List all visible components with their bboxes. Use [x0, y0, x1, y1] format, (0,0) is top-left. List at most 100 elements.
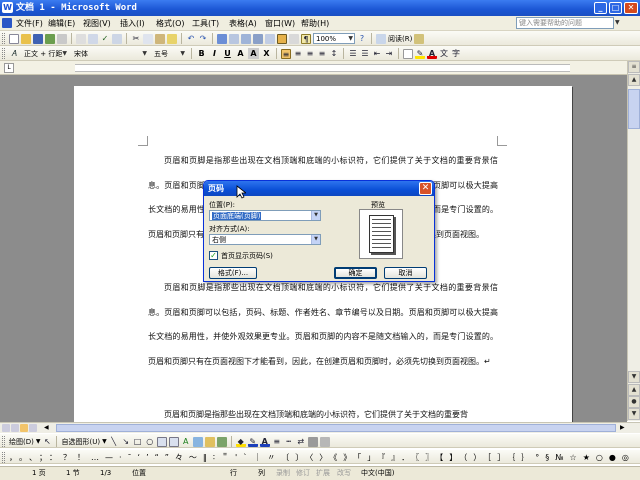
menu-help[interactable]: 帮助(H) — [299, 16, 331, 31]
status-overtype[interactable]: 改写 — [337, 467, 351, 480]
permission-icon[interactable] — [45, 33, 55, 44]
enclose-char-icon[interactable]: 字 — [451, 49, 461, 59]
align-justify-icon[interactable]: ≡ — [281, 48, 291, 59]
cut-icon[interactable]: ✂ — [131, 34, 141, 44]
menu-format[interactable]: 格式(O) — [154, 16, 187, 31]
3d-icon[interactable] — [319, 436, 330, 447]
distributed-icon[interactable]: ≡ — [317, 49, 327, 59]
outline-view-icon[interactable] — [29, 424, 37, 432]
toolbar-grip[interactable] — [2, 452, 5, 463]
arrow-icon[interactable]: ↘ — [121, 437, 131, 447]
columns-icon[interactable] — [265, 33, 275, 44]
shadow-icon[interactable] — [307, 436, 318, 447]
autoshapes-button[interactable]: 自选图形(U) — [61, 437, 100, 447]
position-select[interactable]: 页面底端(页脚) ▼ — [209, 210, 321, 221]
ruler-toggle-icon[interactable]: ≡ — [628, 61, 640, 73]
menu-edit[interactable]: 编辑(E) — [46, 16, 77, 31]
status-extend[interactable]: 扩展 — [316, 467, 330, 480]
vertical-textbox-icon[interactable] — [168, 436, 179, 447]
print-icon[interactable] — [76, 33, 86, 44]
picture-icon[interactable] — [216, 436, 227, 447]
read-mode-icon[interactable] — [376, 33, 386, 44]
help-dropdown-icon[interactable]: ▼ — [615, 19, 620, 26]
paragraph-2[interactable]: 页眉和页脚是指那些出现在文档顶端和底端的小标识符，它们提供了关于文档的重要背景信… — [148, 276, 498, 374]
font-select[interactable]: 宋体 ▼ — [71, 48, 149, 59]
zoom-select[interactable]: 100% ▼ — [313, 33, 355, 44]
style-select[interactable]: 正文 + 行距 ▼ — [21, 48, 69, 59]
menu-view[interactable]: 视图(V) — [81, 16, 113, 31]
draw-menu-button[interactable]: 绘图(D) — [9, 437, 34, 447]
first-page-label[interactable]: 首页显示页码(S) — [221, 251, 273, 261]
browse-object-icon[interactable]: ● — [628, 396, 640, 408]
bullets-icon[interactable]: ☰ — [360, 49, 370, 59]
wordart-icon[interactable]: A — [181, 437, 191, 447]
previous-page-icon[interactable]: ▲ — [628, 384, 640, 396]
vertical-scrollbar[interactable]: ≡ ▲ ▼ ▲ ● ▼ — [627, 61, 640, 421]
outside-border-icon[interactable] — [403, 48, 413, 59]
open-folder-icon[interactable] — [21, 33, 31, 44]
paste-icon[interactable] — [155, 33, 165, 44]
ruler-track[interactable] — [75, 64, 570, 72]
read-mode-button[interactable]: 阅读(R) — [388, 34, 412, 44]
scroll-left-icon[interactable]: ◀ — [44, 424, 49, 431]
clipart-icon[interactable] — [204, 436, 215, 447]
symbol-row[interactable]: ，。、；：？！…—·ˉ‘’“”々～‖∶＂'`｜〃〔〕〈〉《》「」『』．〖〗【】（… — [9, 452, 635, 463]
help-icon[interactable]: ? — [357, 34, 367, 44]
numbering-icon[interactable]: ☰ — [348, 49, 358, 59]
highlight-icon[interactable]: ✎ — [415, 49, 425, 59]
page-view-icon[interactable] — [20, 424, 28, 432]
styles-pane-icon[interactable]: 𝐴 — [9, 49, 19, 59]
oval-icon[interactable]: ○ — [145, 437, 155, 447]
draw-font-color-icon[interactable]: A — [259, 437, 270, 447]
status-track[interactable]: 修订 — [296, 467, 310, 480]
undo-icon[interactable]: ↶ — [186, 34, 196, 44]
tab-selector[interactable]: L — [4, 63, 14, 73]
align-center-icon[interactable]: ≡ — [293, 49, 303, 59]
horizontal-scrollbar[interactable]: ◀ ▶ — [0, 422, 640, 433]
arrow-style-icon[interactable]: ⇄ — [296, 437, 306, 447]
document-map-icon[interactable] — [289, 33, 299, 44]
menu-tools[interactable]: 工具(T) — [190, 16, 221, 31]
insert-table-icon[interactable] — [241, 33, 251, 44]
translate-icon[interactable] — [414, 33, 425, 44]
menu-window[interactable]: 窗口(W) — [263, 16, 297, 31]
insert-excel-icon[interactable] — [253, 33, 263, 44]
decrease-indent-icon[interactable]: ⇤ — [372, 49, 382, 59]
line-spacing-icon[interactable]: ↕ — [329, 49, 339, 59]
email-icon[interactable] — [57, 33, 67, 44]
scroll-down-icon[interactable]: ▼ — [628, 371, 640, 383]
char-border-button[interactable]: A — [235, 48, 246, 59]
font-size-select[interactable]: 五号 ▼ — [151, 48, 187, 59]
scroll-right-icon[interactable]: ▶ — [620, 424, 625, 431]
scroll-up-icon[interactable]: ▲ — [628, 74, 640, 86]
line-icon[interactable]: ╲ — [109, 437, 119, 447]
normal-view-icon[interactable] — [2, 424, 10, 432]
scroll-thumb[interactable] — [628, 89, 640, 129]
status-record[interactable]: 录制 — [276, 467, 290, 480]
menu-table[interactable]: 表格(A) — [227, 16, 259, 31]
format-button[interactable]: 格式(F)... — [209, 267, 257, 279]
textbox-icon[interactable] — [156, 436, 167, 447]
show-hide-icon[interactable]: ¶ — [301, 33, 311, 44]
first-page-checkbox[interactable]: ✓ — [209, 251, 218, 260]
dialog-close-button[interactable]: ✕ — [419, 182, 432, 195]
line-style-icon[interactable]: ≡ — [272, 437, 282, 447]
save-icon[interactable] — [33, 33, 43, 44]
toolbar-grip[interactable] — [2, 48, 5, 59]
select-objects-icon[interactable]: ↖ — [42, 437, 52, 447]
new-document-icon[interactable] — [9, 33, 19, 44]
next-page-icon[interactable]: ▼ — [628, 408, 640, 420]
symbol-buttons[interactable]: ，。、；：？！…—·ˉ‘’“”々～‖∶＂'`｜〃〔〕〈〉《》「」『』．〖〗【】（… — [2, 451, 635, 464]
phonetic-guide-icon[interactable]: 文 — [439, 49, 449, 59]
cancel-button[interactable]: 取消 — [384, 267, 427, 279]
hyperlink-icon[interactable] — [217, 33, 227, 44]
ok-button[interactable]: 确定 — [334, 267, 377, 279]
alignment-select[interactable]: 右侧 ▼ — [209, 234, 321, 245]
research-icon[interactable] — [112, 33, 122, 44]
font-color-icon[interactable]: A — [427, 49, 437, 59]
paragraph-3[interactable]: 页眉和页脚是指那些出现在文档顶端和底端的小标识符，它们提供了关于文档的重要背 — [148, 403, 498, 422]
dash-style-icon[interactable]: ┅ — [284, 437, 294, 447]
toolbar-grip[interactable] — [2, 436, 5, 447]
menu-insert[interactable]: 插入(I) — [118, 16, 147, 31]
menu-file[interactable]: 文件(F) — [14, 16, 45, 31]
